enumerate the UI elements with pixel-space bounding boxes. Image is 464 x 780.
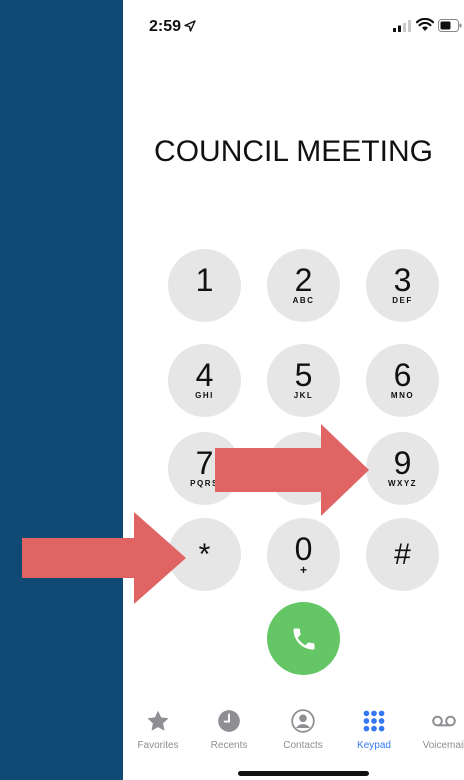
key-digit: 6 [393, 357, 412, 393]
key-digit: 3 [393, 262, 412, 298]
person-circle-icon [291, 709, 315, 733]
phone-screen: 2:59 COUNCIL MEETING 1 2 ABC 3 DEF 4 GHI… [123, 0, 464, 780]
key-digit: # [394, 537, 411, 571]
key-digit: 9 [393, 445, 412, 481]
tab-label: Recents [210, 740, 248, 751]
key-letters: MNO [390, 391, 415, 400]
tab-bar: Favorites Recents Contacts Keypad Voicem… [123, 708, 464, 758]
tab-label: Voicemail [422, 740, 464, 751]
star-icon [147, 710, 169, 731]
key-digit: 1 [195, 262, 214, 298]
keypad-key-8[interactable]: 8 TUV [267, 432, 340, 505]
tab-favorites[interactable]: Favorites [123, 708, 198, 758]
battery-icon [438, 19, 462, 32]
keypad-key-7[interactable]: 7 PQRS [168, 432, 241, 505]
keypad-key-star[interactable]: * [168, 518, 241, 591]
wifi-icon [416, 18, 434, 31]
clock-icon [218, 710, 240, 732]
page-title: COUNCIL MEETING [154, 135, 433, 168]
key-letters: ABC [292, 296, 315, 305]
tab-recents[interactable]: Recents [189, 708, 269, 758]
cellular-signal-icon [393, 20, 411, 32]
keypad-key-2[interactable]: 2 ABC [267, 249, 340, 322]
phone-icon [293, 628, 314, 649]
status-bar: 2:59 [123, 0, 464, 50]
key-letters: JKL [293, 391, 314, 400]
location-arrow-icon [184, 20, 196, 32]
key-digit: 5 [294, 357, 313, 393]
status-time: 2:59 [149, 18, 182, 35]
keypad-key-6[interactable]: 6 MNO [366, 344, 439, 417]
key-digit: 4 [195, 357, 214, 393]
key-letters: TUV [293, 479, 314, 488]
keypad-key-hash[interactable]: # [366, 518, 439, 591]
tab-label: Contacts [283, 740, 323, 751]
keypad-key-5[interactable]: 5 JKL [267, 344, 340, 417]
key-digit: * [198, 537, 211, 571]
key-letters: PQRS [190, 479, 219, 488]
tab-contacts[interactable]: Contacts [263, 708, 343, 758]
key-digit: 0 [294, 531, 313, 567]
voicemail-icon [432, 715, 456, 727]
key-digit: 2 [294, 262, 313, 298]
key-digit: 7 [195, 445, 214, 481]
keypad-grid-icon [363, 710, 385, 732]
key-letters: + [299, 563, 307, 577]
page: 2:59 COUNCIL MEETING 1 2 ABC 3 DEF 4 GHI… [0, 0, 464, 780]
key-letters: DEF [392, 296, 413, 305]
keypad-key-3[interactable]: 3 DEF [366, 249, 439, 322]
tab-label: Favorites [137, 740, 179, 751]
key-letters: GHI [195, 391, 214, 400]
keypad-key-0[interactable]: 0 + [267, 518, 340, 591]
key-digit: 8 [294, 445, 313, 481]
tab-voicemail[interactable]: Voicemail [404, 708, 464, 758]
keypad-key-1[interactable]: 1 [168, 249, 241, 322]
call-button[interactable] [267, 602, 340, 675]
tab-label: Keypad [357, 740, 391, 751]
home-indicator [238, 771, 369, 776]
key-letters: WXYZ [387, 479, 418, 488]
tab-keypad[interactable]: Keypad [334, 708, 414, 758]
keypad-key-4[interactable]: 4 GHI [168, 344, 241, 417]
keypad-key-9[interactable]: 9 WXYZ [366, 432, 439, 505]
